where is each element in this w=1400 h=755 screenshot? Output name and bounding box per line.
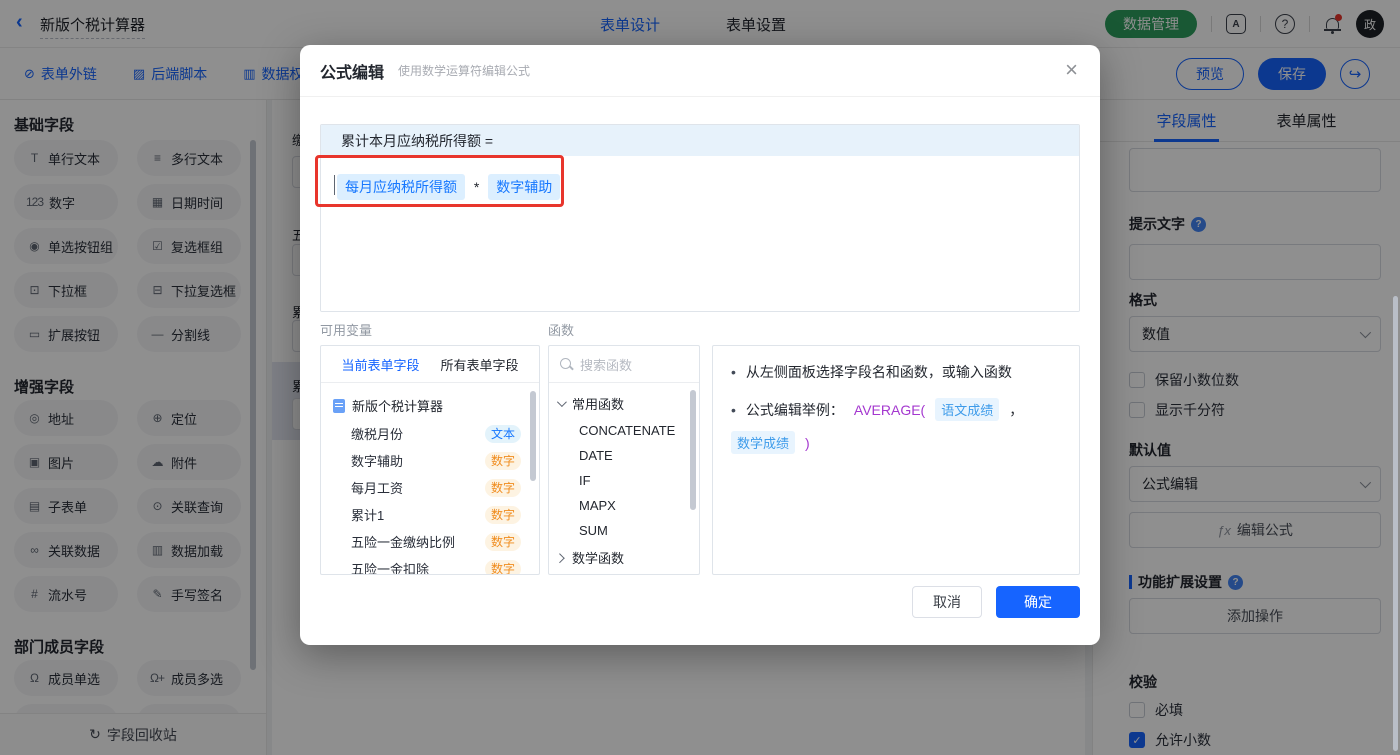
formula-input-area[interactable]: 每月应纳税所得额 * 数字辅助 bbox=[321, 156, 1079, 311]
variable-name: 五险一金缴纳比例 bbox=[351, 535, 456, 550]
variable-type-badge: 数字 bbox=[484, 532, 521, 551]
example-close-paren: ) bbox=[805, 434, 810, 451]
variable-type-badge: 文本 bbox=[484, 424, 521, 443]
example-function: AVERAGE( bbox=[853, 401, 926, 418]
search-placeholder: 搜索函数 bbox=[580, 357, 633, 373]
formula-editor-dialog: 公式编辑 使用数学运算符编辑公式 × 累计本月应纳税所得额 = 每月应纳税所得额… bbox=[300, 45, 1100, 645]
variable-type-badge: 数字 bbox=[484, 451, 521, 470]
formula-token[interactable]: 数字辅助 bbox=[488, 174, 561, 200]
cancel-button[interactable]: 取消 bbox=[912, 586, 982, 618]
function-label: SUM bbox=[579, 523, 608, 538]
function-tree-row[interactable]: CONCATENATE bbox=[549, 418, 699, 443]
search-icon bbox=[559, 357, 573, 371]
help-tip-text: 从左侧面板选择字段名和函数，或输入函数 bbox=[745, 364, 1012, 380]
tab-current-form-fields[interactable]: 当前表单字段 bbox=[341, 355, 419, 374]
function-label: 数学函数 bbox=[572, 551, 625, 566]
formula-operator: * bbox=[473, 179, 480, 195]
function-search[interactable]: 搜索函数 bbox=[549, 346, 699, 383]
formula-target: 累计本月应纳税所得额 = bbox=[321, 125, 1079, 156]
function-label: CONCATENATE bbox=[579, 423, 676, 438]
bullet-icon: • bbox=[731, 364, 736, 380]
variable-item[interactable]: 五险一金扣除 数字 bbox=[321, 555, 539, 575]
help-tip: • 从左侧面板选择字段名和函数，或输入函数 bbox=[731, 362, 1061, 382]
close-icon[interactable]: × bbox=[1065, 59, 1078, 81]
variables-tabs: 当前表单字段 所有表单字段 bbox=[321, 346, 539, 383]
example-prefix: 公式编辑举例： bbox=[745, 401, 844, 418]
function-label: 常用函数 bbox=[572, 397, 625, 412]
variable-name: 数字辅助 bbox=[351, 454, 404, 469]
variable-name: 累计1 bbox=[351, 508, 385, 523]
function-tree-row[interactable]: MAPX bbox=[549, 493, 699, 518]
function-tree-row[interactable]: IF bbox=[549, 468, 699, 493]
tree-root-label: 新版个税计算器 bbox=[352, 399, 444, 414]
functions-tree: 常用函数 CONCATENATE DATE IF MAPX SUM 数学函数 bbox=[549, 383, 699, 574]
function-label: IF bbox=[579, 473, 591, 488]
variable-name: 缴税月份 bbox=[351, 427, 404, 442]
help-panel: • 从左侧面板选择字段名和函数，或输入函数 • 公式编辑举例： AVERAGE(… bbox=[712, 345, 1080, 575]
formula-token[interactable]: 每月应纳税所得额 bbox=[337, 174, 465, 200]
variable-type-badge: 数字 bbox=[484, 478, 521, 497]
variable-name: 每月工资 bbox=[351, 481, 404, 496]
variables-scrollbar[interactable] bbox=[530, 391, 536, 481]
functions-scrollbar[interactable] bbox=[690, 390, 696, 510]
formula-editor: 累计本月应纳税所得额 = 每月应纳税所得额 * 数字辅助 bbox=[320, 124, 1080, 312]
function-label: MAPX bbox=[579, 498, 616, 513]
text-cursor bbox=[334, 175, 335, 195]
window-scrollbar[interactable] bbox=[1393, 296, 1398, 751]
tree-caret-icon bbox=[556, 397, 567, 408]
example-separator: ， bbox=[1009, 401, 1024, 418]
dialog-header: 公式编辑 使用数学运算符编辑公式 bbox=[300, 45, 1100, 97]
function-label: DATE bbox=[579, 448, 613, 463]
function-tree-row[interactable]: DATE bbox=[549, 443, 699, 468]
variable-item[interactable]: 数字辅助 数字 bbox=[321, 447, 539, 474]
variables-section-label: 可用变量 bbox=[320, 323, 373, 338]
functions-section-label: 函数 bbox=[548, 323, 575, 338]
variable-name: 五险一金扣除 bbox=[351, 562, 430, 575]
variables-list: 缴税月份 文本 数字辅助 数字 每月工资 数字 累计1 数字 五险一金缴纳比例 … bbox=[321, 420, 539, 575]
bullet-icon: • bbox=[731, 401, 736, 418]
variable-item[interactable]: 五险一金缴纳比例 数字 bbox=[321, 528, 539, 555]
tab-all-form-fields[interactable]: 所有表单字段 bbox=[440, 355, 518, 374]
function-tree-row[interactable]: 数学函数 bbox=[549, 543, 699, 572]
dialog-subtitle: 使用数学运算符编辑公式 bbox=[398, 64, 531, 78]
example-token: 数学成绩 bbox=[731, 431, 796, 454]
confirm-button[interactable]: 确定 bbox=[996, 586, 1080, 618]
variable-item[interactable]: 每月工资 数字 bbox=[321, 474, 539, 501]
variable-item[interactable]: 缴税月份 文本 bbox=[321, 420, 539, 447]
tree-caret-icon bbox=[554, 553, 565, 564]
variables-tree: 新版个税计算器 缴税月份 文本 数字辅助 数字 每月工资 数字 累计1 数字 五… bbox=[321, 383, 539, 575]
tree-root[interactable]: 新版个税计算器 bbox=[321, 391, 539, 420]
variable-type-badge: 数字 bbox=[484, 559, 521, 574]
example-token: 语文成绩 bbox=[935, 398, 1000, 421]
variables-panel: 当前表单字段 所有表单字段 新版个税计算器 缴税月份 文本 数字辅助 数字 每月… bbox=[320, 345, 540, 575]
function-tree-row[interactable]: 常用函数 bbox=[549, 389, 699, 418]
dialog-title: 公式编辑 bbox=[320, 64, 385, 82]
function-tree-row[interactable]: 文本函数 bbox=[549, 572, 699, 574]
help-example: • 公式编辑举例： AVERAGE( 语文成绩 ， 数学成绩 ) bbox=[731, 398, 1061, 454]
form-doc-icon bbox=[333, 398, 345, 413]
variable-type-badge: 数字 bbox=[484, 505, 521, 524]
variable-item[interactable]: 累计1 数字 bbox=[321, 501, 539, 528]
function-tree-row[interactable]: SUM bbox=[549, 518, 699, 543]
functions-panel: 搜索函数 常用函数 CONCATENATE DATE IF MAPX SUM 数… bbox=[548, 345, 700, 575]
